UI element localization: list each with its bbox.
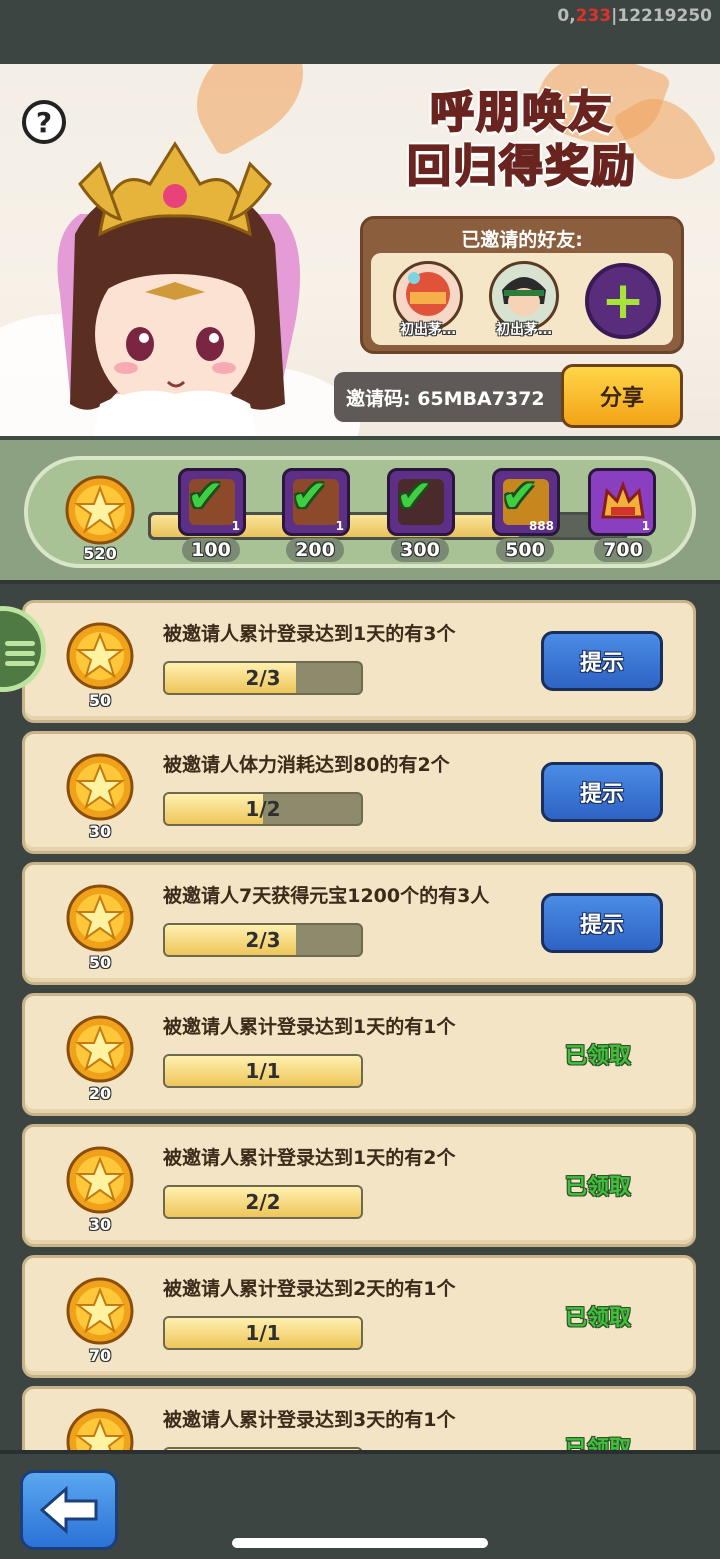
task-card: 50 被邀请人7天获得元宝1200个的有3人 2/3 提示 [22,862,696,985]
milestone-reward-300[interactable]: ✔ [387,468,455,536]
reward-medal-icon [66,1146,134,1214]
invite-friends-screen: 0,233|12219250 ? 呼朋唤友 回归得奖励 已邀请的好友: 初出茅…… [0,0,720,1559]
debug-suffix: |12219250 [611,6,712,26]
add-friend-button[interactable]: + [585,263,661,339]
reward-points: 50 [88,953,112,972]
milestone-label: 700 [594,538,652,562]
milestone-label: 500 [496,538,554,562]
milestone-reward-700[interactable]: 1 [588,468,656,536]
milestone-count: 1 [641,519,650,533]
task-description: 被邀请人累计登录达到1天的有2个 [163,1147,456,1169]
current-points: 520 [83,544,117,563]
invited-friends-panel: 已邀请的好友: 初出茅… 初出茅… + [360,216,684,354]
reward-medal-icon [66,1015,134,1083]
task-card: 50 被邀请人累计登录达到1天的有3个 2/3 提示 [22,600,696,723]
check-icon: ✔ [291,471,328,522]
friend-name: 初出茅… [496,322,552,338]
invite-code[interactable]: 邀请码: 65MBA7372 [334,372,566,422]
task-description: 被邀请人累计登录达到1天的有1个 [163,1016,456,1038]
task-card: 20 被邀请人累计登录达到1天的有1个 1/1 已领取 [22,993,696,1116]
task-progress-text: 2/3 [245,666,281,690]
task-description: 被邀请人体力消耗达到80的有2个 [163,754,450,776]
current-points-medal-icon [65,475,135,545]
task-progress-text: 1/1 [245,1059,281,1083]
claimed-status: 已领取 [565,1306,632,1331]
reward-points: 20 [88,1084,112,1103]
title-line-2: 回归得奖励 [406,140,637,193]
milestone-label: 100 [182,538,240,562]
friend-slot[interactable]: 初出茅… [483,261,565,343]
banner: ? 呼朋唤友 回归得奖励 已邀请的好友: 初出茅… 初出茅… + 邀请码: 65… [0,64,720,442]
plus-icon: + [601,271,645,331]
friend-slot[interactable]: 初出茅… [387,261,469,343]
task-card: 30 被邀请人体力消耗达到80的有2个 1/2 提示 [22,731,696,854]
claimed-status: 已领取 [565,1175,632,1200]
milestone-count: 1 [231,519,240,533]
share-button[interactable]: 分享 [561,364,683,428]
task-description: 被邀请人累计登录达到2天的有1个 [163,1278,456,1300]
task-description: 被邀请人累计登录达到1天的有3个 [163,623,456,645]
claimed-status: 已领取 [565,1437,632,1450]
milestone-label: 200 [286,538,344,562]
reward-medal-icon [66,753,134,821]
milestone-reward-200[interactable]: ✔ 1 [282,468,350,536]
event-title: 呼朋唤友 回归得奖励 [372,86,672,194]
task-list: 50 被邀请人累计登录达到1天的有3个 2/3 提示 30 被邀请人体力消耗达到80的有2… [0,592,720,1450]
reward-medal-icon [66,1408,134,1450]
reward-points: 30 [88,1215,112,1234]
milestone-count: 888 [528,519,554,533]
reward-points: 30 [88,822,112,841]
task-progress-bar: 2/2 [163,1185,363,1219]
claimed-status: 已领取 [565,1044,632,1069]
task-card: 被邀请人累计登录达到3天的有1个已领取 [22,1386,696,1450]
reward-medal-icon [66,884,134,952]
task-progress-bar: 1/1 [163,1054,363,1088]
back-button[interactable] [20,1470,118,1550]
title-line-1: 呼朋唤友 [429,86,614,139]
reward-points: 70 [88,1346,112,1365]
home-indicator [232,1538,488,1548]
debug-counter: 0,233|12219250 [557,6,712,26]
friend-name: 初出茅… [400,322,456,338]
invited-friends-title: 已邀请的好友: [461,229,583,251]
task-progress-bar: 1/1 [163,1316,363,1350]
milestone-count: 1 [335,519,344,533]
hint-button[interactable]: 提示 [541,762,663,822]
task-card: 70 被邀请人累计登录达到2天的有1个 1/1 已领取 [22,1255,696,1378]
debug-bar: 0,233|12219250 [0,0,720,64]
task-description: 被邀请人7天获得元宝1200个的有3人 [163,885,490,907]
task-progress-text: 2/2 [245,1190,281,1214]
debug-prefix: 0, [557,6,576,26]
back-arrow-icon [39,1485,98,1535]
check-icon: ✔ [187,471,224,522]
task-progress-text: 1/2 [245,797,281,821]
task-progress-bar: 2/3 [163,661,363,695]
bottom-bar [0,1450,720,1559]
hint-button[interactable]: 提示 [541,893,663,953]
reward-points: 50 [88,691,112,710]
task-card: 30 被邀请人累计登录达到1天的有2个 2/2 已领取 [22,1124,696,1247]
task-description: 被邀请人累计登录达到3天的有1个 [163,1409,456,1431]
reward-medal-icon [66,1277,134,1345]
task-progress-bar: 1/2 [163,792,363,826]
hero-portrait [57,141,300,442]
check-icon: ✔ [501,471,538,522]
milestone-label: 300 [391,538,449,562]
invited-friends-list: 初出茅… 初出茅… + [371,253,673,345]
debug-red-value: 233 [575,6,612,26]
milestone-reward-500[interactable]: ✔ 888 [492,468,560,536]
milestone-reward-100[interactable]: ✔ 1 [178,468,246,536]
task-progress-text: 1/1 [245,1321,281,1345]
hint-button[interactable]: 提示 [541,631,663,691]
reward-medal-icon [66,622,134,690]
check-icon: ✔ [396,471,433,522]
task-progress-bar: 2/3 [163,923,363,957]
task-progress-text: 2/3 [245,928,281,952]
